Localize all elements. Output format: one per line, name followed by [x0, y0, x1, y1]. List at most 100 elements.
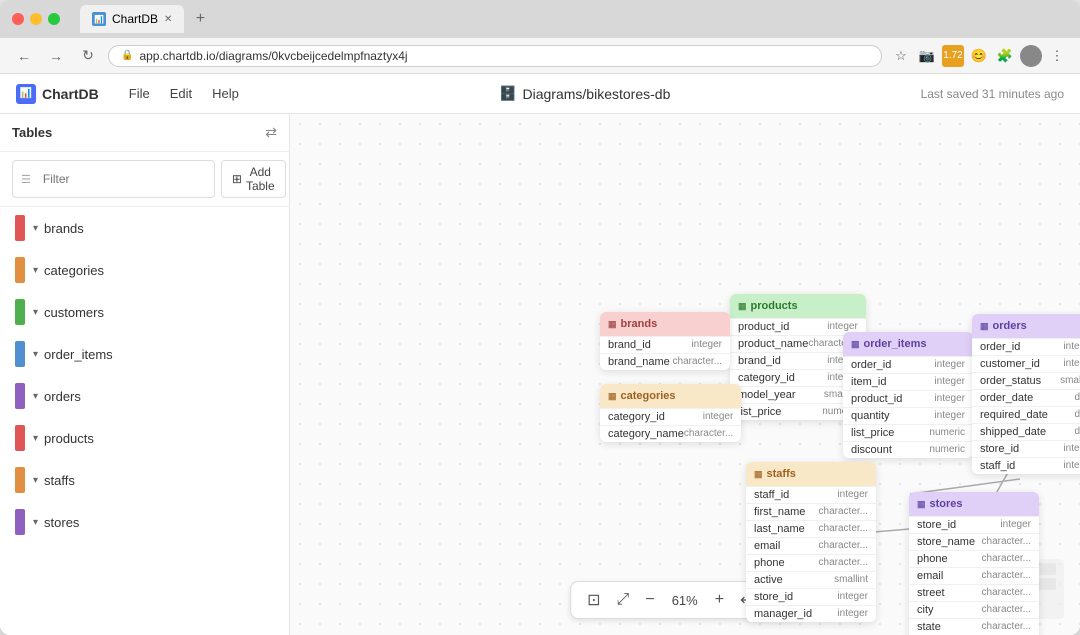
- table-db-icon: ▦: [608, 319, 617, 330]
- zoom-out-button[interactable]: −: [641, 589, 658, 611]
- db-table-staffs[interactable]: ▦ staffs staff_id integer first_name cha…: [746, 462, 876, 622]
- zoom-in-button[interactable]: +: [711, 589, 728, 611]
- extension-icon[interactable]: 1.72: [942, 45, 964, 67]
- browser-tab[interactable]: 📊 ChartDB ✕: [80, 5, 184, 33]
- db-table-row: store_name character...: [909, 533, 1039, 550]
- col-name: customer_id: [980, 358, 1040, 370]
- diagram-title-text: Diagrams/bikestores-db: [523, 86, 671, 102]
- chevron-icon: ▾: [33, 265, 38, 276]
- col-type: integer: [837, 591, 868, 603]
- add-table-button[interactable]: ⊞ Add Table: [221, 160, 286, 198]
- col-name: store_id: [980, 443, 1019, 455]
- db-table-row: order_date date: [972, 389, 1080, 406]
- maximize-button[interactable]: [48, 13, 60, 25]
- col-type: date: [1075, 392, 1080, 404]
- col-name: shipped_date: [980, 426, 1046, 438]
- profile-avatar[interactable]: [1020, 45, 1042, 67]
- close-button[interactable]: [12, 13, 24, 25]
- menu-file[interactable]: File: [119, 80, 160, 107]
- col-name: brand_id: [608, 339, 651, 351]
- canvas-area[interactable]: ⊡ ⤢ − 61% + ↩ ↪ ▦: [290, 114, 1080, 635]
- table-color-indicator: [15, 509, 25, 535]
- col-name: order_date: [980, 392, 1033, 404]
- url-text: app.chartdb.io/diagrams/0kvcbeijcedelmpf…: [139, 49, 407, 63]
- expand-button[interactable]: ⤢: [613, 589, 634, 611]
- collapse-sidebar-button[interactable]: ⇄: [265, 124, 277, 141]
- table-color-indicator: [15, 383, 25, 409]
- db-table-row: order_id integer: [972, 338, 1080, 355]
- col-type: character...: [684, 428, 733, 440]
- menu-help[interactable]: Help: [202, 80, 249, 107]
- col-name: product_id: [851, 393, 902, 405]
- col-name: order_id: [980, 341, 1020, 353]
- browser-toolbar: ← → ↻ 🔒 app.chartdb.io/diagrams/0kvcbeij…: [0, 38, 1080, 74]
- db-table-stores[interactable]: ▦ stores store_id integer store_name cha…: [909, 492, 1039, 635]
- table-name-label: order_items: [44, 347, 261, 362]
- db-table-order_items[interactable]: ▦ order_items order_id integer item_id i…: [843, 332, 973, 458]
- col-type: smallint: [834, 574, 868, 586]
- reload-button[interactable]: ↻: [76, 44, 100, 68]
- back-button[interactable]: ←: [12, 44, 36, 68]
- db-table-header-brands: ▦ brands: [600, 312, 730, 336]
- new-tab-button[interactable]: +: [188, 7, 212, 31]
- table-db-icon: ▦: [917, 499, 926, 510]
- table-db-icon: ▦: [980, 321, 989, 332]
- col-type: integer: [1063, 341, 1080, 353]
- col-name: list_price: [851, 427, 894, 439]
- db-table-row: street character...: [909, 584, 1039, 601]
- bookmark-icon[interactable]: ☆: [890, 45, 912, 67]
- col-type: smallint: [1060, 375, 1080, 387]
- minimize-button[interactable]: [30, 13, 42, 25]
- sidebar-item-categories[interactable]: ▾ categories ⋯: [0, 249, 289, 291]
- col-name: store_id: [917, 519, 956, 531]
- sidebar-item-order_items[interactable]: ▾ order_items ⋯: [0, 333, 289, 375]
- db-table-row: email character...: [746, 537, 876, 554]
- sidebar-item-products[interactable]: ▾ products ⋯: [0, 417, 289, 459]
- add-table-label: Add Table: [246, 165, 275, 193]
- sidebar-item-stores[interactable]: ▾ stores ⋯: [0, 501, 289, 543]
- db-table-brands[interactable]: ▦ brands brand_id integer brand_name cha…: [600, 312, 730, 370]
- col-type: integer: [934, 376, 965, 388]
- sidebar-item-staffs[interactable]: ▾ staffs ⋯: [0, 459, 289, 501]
- tab-title: ChartDB: [112, 12, 158, 26]
- filter-input[interactable]: [35, 168, 206, 190]
- sidebar-item-orders[interactable]: ▾ orders ⋯: [0, 375, 289, 417]
- col-name: order_status: [980, 375, 1041, 387]
- emoji-icon[interactable]: 😊: [968, 45, 990, 67]
- db-table-orders[interactable]: ▦ orders order_id integer customer_id in…: [972, 314, 1080, 474]
- forward-button[interactable]: →: [44, 44, 68, 68]
- sidebar-item-customers[interactable]: ▾ customers ⋯: [0, 291, 289, 333]
- db-table-row: phone character...: [909, 550, 1039, 567]
- diagram-icon: 🗄️: [499, 85, 516, 102]
- sidebar-title: Tables: [12, 125, 52, 140]
- table-name-label: categories: [44, 263, 261, 278]
- table-list: ▾ brands ⋯ ▾ categories ⋯ ▾ customers ⋯ …: [0, 207, 289, 635]
- db-table-row: required_date date: [972, 406, 1080, 423]
- db-table-header-staffs: ▦ staffs: [746, 462, 876, 486]
- col-type: character...: [982, 621, 1031, 633]
- sidebar-toolbar: ☰ ⊞ Add Table: [0, 152, 289, 207]
- db-table-row: first_name character...: [746, 503, 876, 520]
- extensions-icon[interactable]: 🧩: [994, 45, 1016, 67]
- table-db-icon: ▦: [754, 469, 763, 480]
- db-table-row: customer_id integer: [972, 355, 1080, 372]
- fit-view-button[interactable]: ⊡: [583, 588, 604, 612]
- menu-edit[interactable]: Edit: [160, 80, 202, 107]
- db-table-row: quantity integer: [843, 407, 973, 424]
- address-bar[interactable]: 🔒 app.chartdb.io/diagrams/0kvcbeijcedelm…: [108, 45, 882, 67]
- db-table-header-stores: ▦ stores: [909, 492, 1039, 516]
- sidebar-header: Tables ⇄: [0, 114, 289, 152]
- sidebar: Tables ⇄ ☰ ⊞ Add Table ▾ bra: [0, 114, 290, 635]
- screenshot-icon[interactable]: 📷: [916, 45, 938, 67]
- table-name-label: customers: [44, 305, 261, 320]
- sidebar-item-brands[interactable]: ▾ brands ⋯: [0, 207, 289, 249]
- col-type: character...: [982, 570, 1031, 582]
- col-name: first_name: [754, 506, 805, 518]
- db-table-row: store_id integer: [746, 588, 876, 605]
- col-name: category_id: [608, 411, 665, 423]
- col-type: numeric: [929, 444, 965, 456]
- table-name-label: products: [44, 431, 261, 446]
- db-table-categories[interactable]: ▦ categories category_id integer categor…: [600, 384, 741, 442]
- tab-close-icon[interactable]: ✕: [164, 14, 172, 25]
- menu-icon[interactable]: ⋮: [1046, 45, 1068, 67]
